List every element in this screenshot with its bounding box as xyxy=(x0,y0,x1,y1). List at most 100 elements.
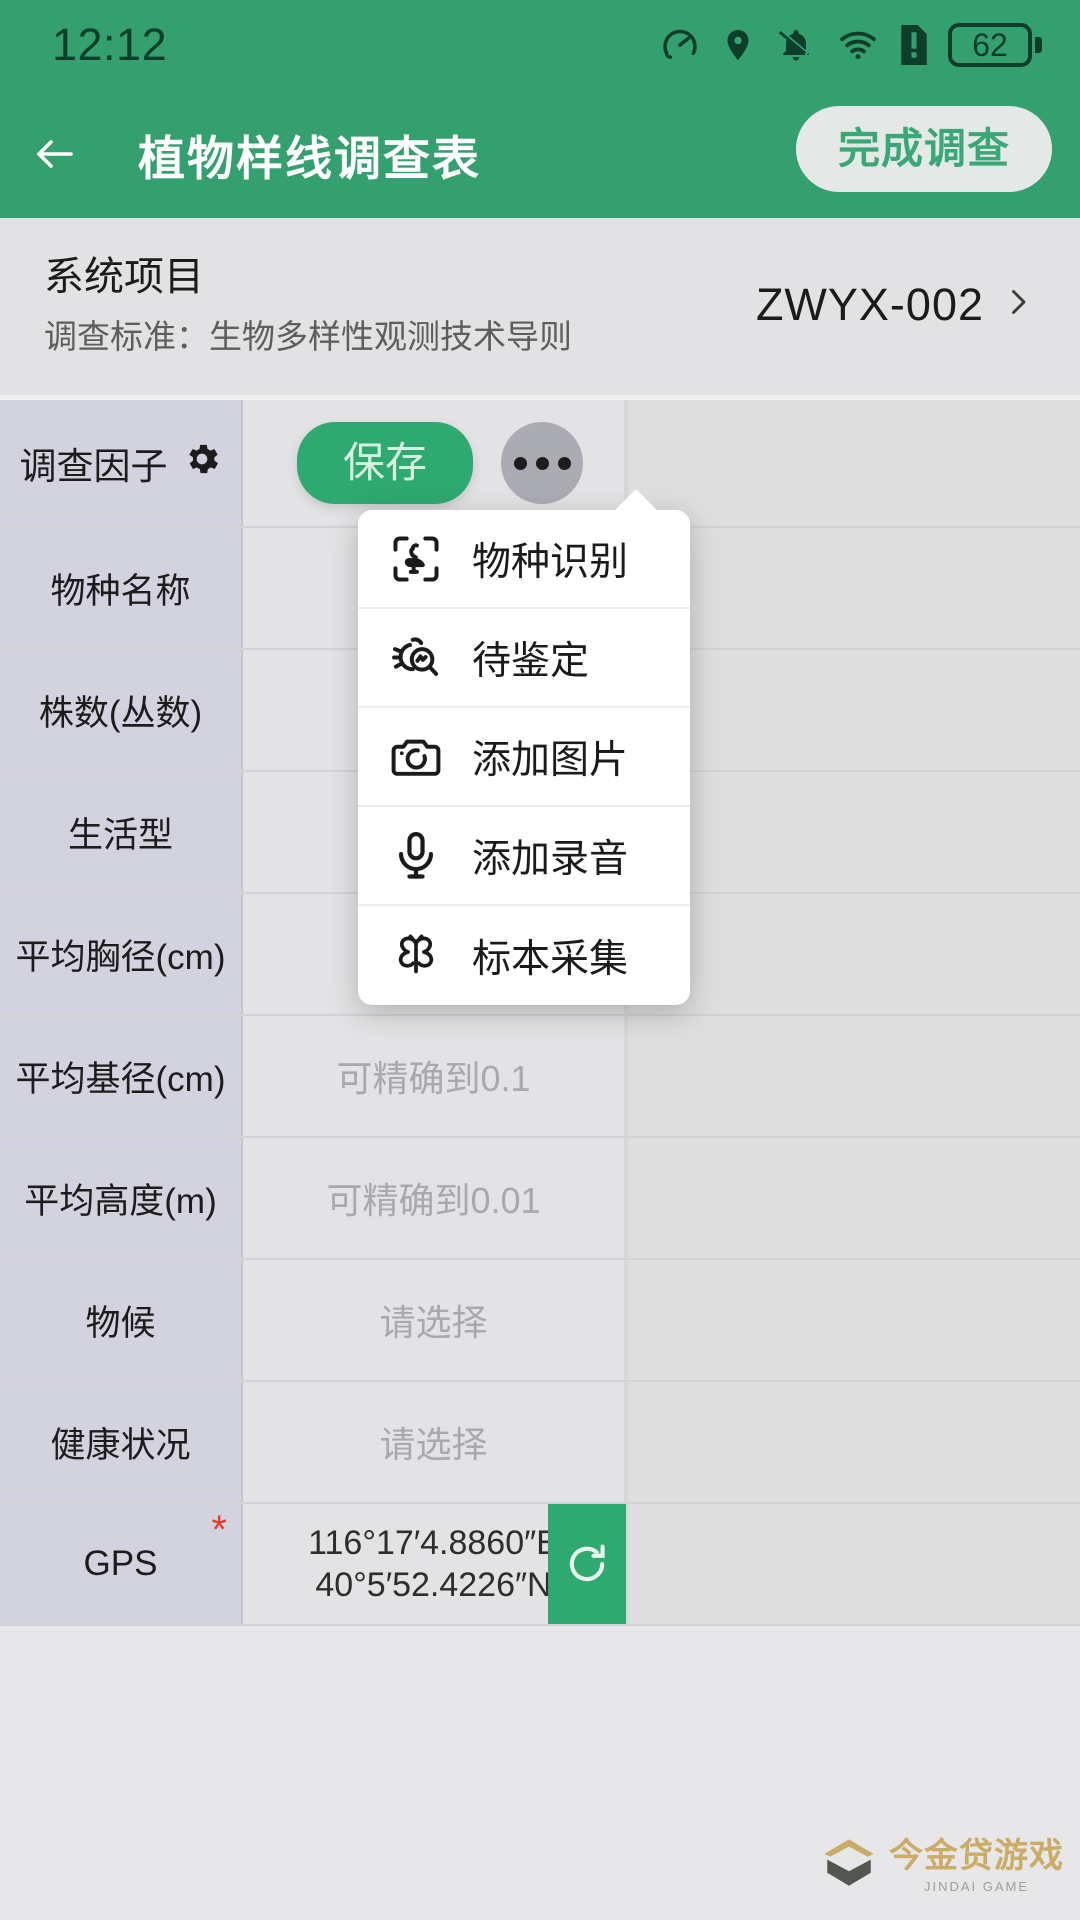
more-options-button[interactable] xyxy=(501,422,584,505)
more-dot xyxy=(557,456,571,470)
app-bar: 植物样线调查表 完成调查 xyxy=(0,90,1080,218)
menu-item-label: 待鉴定 xyxy=(472,639,590,683)
battery-level: 62 xyxy=(972,27,1008,63)
table-row-extra-cell xyxy=(626,894,1080,1015)
table-row: 物候 请选择 xyxy=(0,1260,1080,1383)
watermark-text: 今金贷游戏 JINDAI GAME xyxy=(889,1839,1064,1894)
menu-item-label: 物种识别 xyxy=(472,540,629,584)
species-scan-icon xyxy=(386,529,446,589)
table-row-value: 请选择 xyxy=(379,1424,488,1466)
required-marker: * xyxy=(211,1508,227,1553)
table-row-gps: * GPS 116°17′4.8860″E 40°5′52.4226″N xyxy=(0,1504,1080,1627)
menu-arrow xyxy=(614,489,658,511)
page-title: 植物样线调查表 xyxy=(138,131,481,185)
table-row-label-cell: 株数(丛数) xyxy=(0,650,243,771)
project-name: 系统项目 xyxy=(44,255,204,299)
table-row-label-cell-gps: * GPS xyxy=(0,1504,243,1625)
finish-survey-button[interactable]: 完成调查 xyxy=(795,106,1052,192)
watermark: 今金贷游戏 JINDAI GAME xyxy=(819,1835,1064,1898)
project-card[interactable]: 系统项目 调查标准：生物多样性观测技术导则 ZWYX-002 xyxy=(0,218,1080,401)
menu-item-label: 添加图片 xyxy=(472,738,629,782)
table-row-extra-cell xyxy=(626,1382,1080,1503)
gps-latitude: 40°5′52.4226″N xyxy=(315,1566,552,1605)
chevron-right-icon xyxy=(1000,279,1036,330)
table-row-label: 生活型 xyxy=(67,815,173,855)
table-row-label: 物种名称 xyxy=(50,571,191,611)
menu-item-identify-pending[interactable]: 待鉴定 xyxy=(358,609,690,708)
table-row-label: 健康状况 xyxy=(50,1425,191,1465)
table-row-label-gps: GPS xyxy=(83,1544,158,1584)
identify-pending-icon xyxy=(386,628,446,688)
sim-alert-icon xyxy=(900,25,928,65)
table-row-value: 请选择 xyxy=(379,1302,488,1344)
table-row-label-cell: 平均高度(m) xyxy=(0,1138,243,1259)
table-row-value-gps[interactable]: 116°17′4.8860″E 40°5′52.4226″N xyxy=(243,1504,626,1625)
table-row-extra-cell xyxy=(626,772,1080,893)
back-button[interactable] xyxy=(0,130,110,178)
menu-item-species-scan[interactable]: 物种识别 xyxy=(358,510,690,609)
menu-item-microphone[interactable]: 添加录音 xyxy=(358,807,690,906)
table-row-extra-cell xyxy=(626,528,1080,649)
table-row-extra-cell xyxy=(626,1138,1080,1259)
table-row: 健康状况 请选择 xyxy=(0,1382,1080,1505)
arrow-left-icon xyxy=(37,140,73,168)
watermark-sub: JINDAI GAME xyxy=(923,1879,1030,1894)
status-bar: 12:12 62 xyxy=(0,0,1080,90)
butterfly-icon xyxy=(386,926,446,986)
camera-icon xyxy=(386,727,446,787)
more-dot xyxy=(535,456,549,470)
table-row-value-cell[interactable]: 请选择 xyxy=(243,1260,626,1381)
table-row-value-cell[interactable]: 可精确到0.1 xyxy=(243,1016,626,1137)
table-row-label-cell: 健康状况 xyxy=(0,1382,243,1503)
gps-longitude: 116°17′4.8860″E xyxy=(308,1523,559,1562)
table-row-label-cell: 物种名称 xyxy=(0,528,243,649)
status-time: 12:12 xyxy=(52,19,168,70)
table-row-label: 平均胸径(cm) xyxy=(15,937,226,977)
app-root: 12:12 62 植物样线调查表 完成调查 系统项目 调查标准：生物多样性观测技… xyxy=(0,0,1080,1920)
shield-chevron-icon xyxy=(824,1839,874,1886)
menu-item-butterfly[interactable]: 标本采集 xyxy=(358,906,690,1005)
more-dot xyxy=(513,456,527,470)
watermark-logo-icon xyxy=(819,1835,879,1898)
table-row: 平均高度(m) 可精确到0.01 xyxy=(0,1138,1080,1261)
table-row-label: 物候 xyxy=(85,1303,156,1343)
table-row-label-cell: 生活型 xyxy=(0,772,243,893)
table-row-extra-cell xyxy=(626,1016,1080,1137)
project-info: 系统项目 调查标准：生物多样性观测技术导则 xyxy=(44,252,572,357)
table-header-label-cell[interactable]: 调查因子 xyxy=(0,400,243,527)
table-row-label-cell: 平均基径(cm) xyxy=(0,1016,243,1137)
table-row-label: 株数(丛数) xyxy=(38,693,203,733)
refresh-icon xyxy=(569,1544,605,1582)
table-header-actions: 保存 xyxy=(243,400,626,527)
menu-item-label: 添加录音 xyxy=(472,837,629,881)
menu-item-camera[interactable]: 添加图片 xyxy=(358,708,690,807)
wifi-icon xyxy=(836,25,880,65)
data-saver-icon xyxy=(660,25,700,65)
table-row-extra-gps xyxy=(626,1504,1080,1625)
table-row-value-cell[interactable]: 请选择 xyxy=(243,1382,626,1503)
table-row-label-cell: 平均胸径(cm) xyxy=(0,894,243,1015)
gear-icon[interactable] xyxy=(182,439,222,488)
table-row-label: 平均基径(cm) xyxy=(15,1059,226,1099)
table-row: 平均基径(cm) 可精确到0.1 xyxy=(0,1016,1080,1139)
gps-refresh-button[interactable] xyxy=(548,1504,626,1625)
table-header-label: 调查因子 xyxy=(19,446,168,488)
project-code: ZWYX-002 xyxy=(755,278,984,330)
table-row-value-cell[interactable]: 可精确到0.01 xyxy=(243,1138,626,1259)
table-row-extra-cell xyxy=(626,650,1080,771)
table-row-value: 可精确到0.1 xyxy=(336,1058,531,1100)
notifications-off-icon xyxy=(776,25,816,65)
table-row-extra-cell xyxy=(626,1260,1080,1381)
table-header-extra-col xyxy=(626,400,1080,527)
battery-icon: 62 xyxy=(948,23,1042,67)
project-code-wrap[interactable]: ZWYX-002 xyxy=(756,279,1036,331)
menu-items-host: 物种识别待鉴定添加图片添加录音标本采集 xyxy=(358,510,690,1005)
table-row-label-cell: 物候 xyxy=(0,1260,243,1381)
more-options-menu: 物种识别待鉴定添加图片添加录音标本采集 xyxy=(358,489,690,1005)
table-row-label: 平均高度(m) xyxy=(24,1181,217,1221)
watermark-main: 今金贷游戏 xyxy=(889,1837,1064,1875)
status-icons: 62 xyxy=(660,23,1042,67)
save-button[interactable]: 保存 xyxy=(297,422,474,505)
menu-item-label: 标本采集 xyxy=(472,937,629,981)
location-icon xyxy=(720,25,756,65)
